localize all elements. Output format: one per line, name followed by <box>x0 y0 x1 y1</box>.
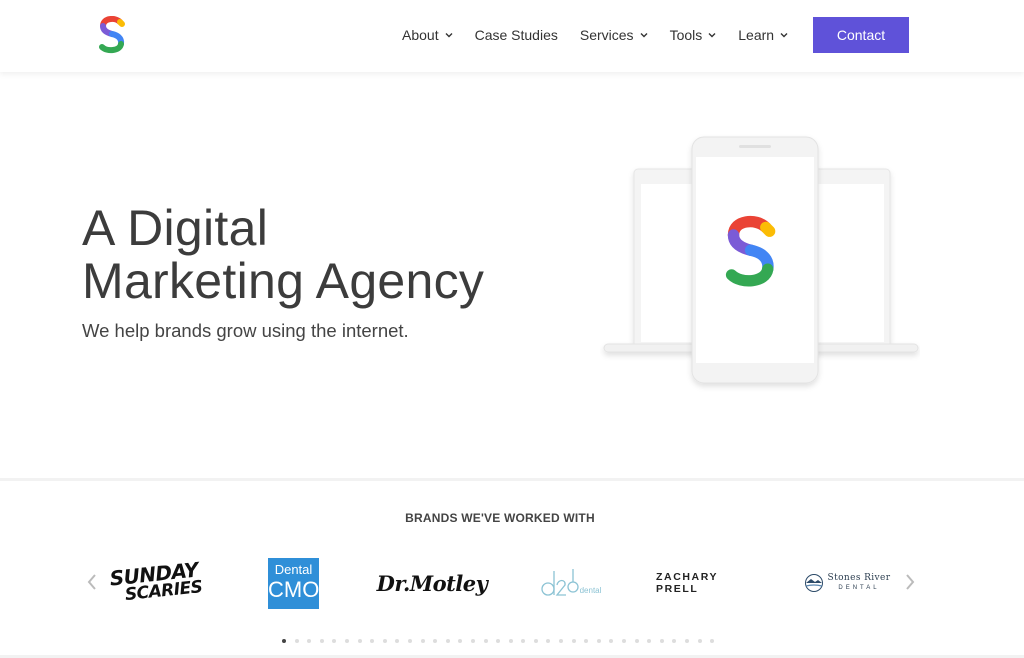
carousel-dot[interactable] <box>571 639 576 643</box>
carousel-dot[interactable] <box>496 639 501 643</box>
carousel-dot[interactable] <box>407 639 412 643</box>
nav-about[interactable]: About <box>402 27 453 43</box>
carousel-dot[interactable] <box>470 639 475 643</box>
nav-tools[interactable]: Tools <box>670 27 717 43</box>
stones-river-line1: Stones River <box>827 573 891 583</box>
carousel-dot[interactable] <box>521 639 526 643</box>
nav-learn[interactable]: Learn <box>738 27 788 43</box>
dental-cmo-line2: CMO <box>268 576 320 602</box>
brand-logo-zachary-prell[interactable]: ZACHARY PRELL <box>656 555 760 611</box>
carousel-dot[interactable] <box>634 639 639 643</box>
carousel-dot[interactable] <box>559 639 564 643</box>
hero-subtitle: We help brands grow using the internet. <box>82 320 409 341</box>
d2o-mark-icon <box>540 569 579 596</box>
carousel-dot[interactable] <box>659 639 664 643</box>
carousel-dot[interactable] <box>685 639 689 643</box>
chevron-down-icon <box>708 33 716 38</box>
carousel-dot[interactable] <box>584 639 589 643</box>
carousel-dot[interactable] <box>307 639 312 643</box>
brands-section: BRANDS WE'VE WORKED WITH SUNDAY SCARIES … <box>0 481 1024 658</box>
carousel-dots <box>282 639 723 643</box>
hero-section: A Digital Marketing Agency We help brand… <box>0 72 1024 480</box>
carousel-dot[interactable] <box>647 639 652 643</box>
brand-logo-dr-motley[interactable]: Dr.Motley <box>377 555 488 611</box>
carousel-dot[interactable] <box>357 639 362 643</box>
phone <box>691 136 819 384</box>
d2o-dental-text: dental <box>579 585 602 595</box>
brands-title: BRANDS WE'VE WORKED WITH <box>405 511 595 525</box>
main-nav: About Case Studies Services Tools Learn <box>402 0 810 70</box>
carousel-next-arrow-icon[interactable] <box>904 573 916 591</box>
devices-illustration <box>603 136 919 384</box>
carousel-dot[interactable] <box>546 639 551 643</box>
carousel-dot[interactable] <box>319 639 324 643</box>
carousel-dot[interactable] <box>672 639 677 643</box>
carousel-dot[interactable] <box>710 639 715 643</box>
zachary-prell-text: ZACHARY PRELL <box>656 571 718 595</box>
carousel-dot[interactable] <box>445 639 450 643</box>
carousel-dot[interactable] <box>622 639 627 643</box>
carousel-dot[interactable] <box>420 639 425 643</box>
hero-title-line2: Marketing Agency <box>82 253 485 309</box>
stones-river-line2: DENTAL <box>838 585 880 591</box>
chevron-down-icon <box>780 33 788 38</box>
dental-cmo-line1: Dental <box>274 561 313 577</box>
carousel-dot[interactable] <box>332 639 337 643</box>
brand-logo-d2o-dental[interactable]: dental <box>536 555 604 611</box>
carousel-dot[interactable] <box>395 639 400 643</box>
carousel-dot[interactable] <box>370 639 375 643</box>
nav-tools-label: Tools <box>669 27 703 43</box>
dr-motley-text: Dr.Motley <box>376 570 488 596</box>
chevron-down-icon <box>445 33 453 38</box>
carousel-dot[interactable] <box>382 639 387 643</box>
brand-logo-dental-cmo[interactable]: Dental CMO <box>268 555 319 611</box>
nav-case-studies-label: Case Studies <box>474 27 558 43</box>
carousel-dot[interactable] <box>433 639 438 643</box>
chevron-down-icon <box>640 33 648 38</box>
brand-logo-stones-river-dental[interactable]: Stones River DENTAL <box>800 555 894 611</box>
carousel-dot[interactable] <box>609 639 614 643</box>
carousel-dot[interactable] <box>596 639 601 643</box>
carousel-dot[interactable] <box>508 639 513 643</box>
carousel-dot[interactable] <box>344 639 349 643</box>
stones-river-mark-icon <box>804 574 823 592</box>
nav-services[interactable]: Services <box>580 27 648 43</box>
contact-button[interactable]: Contact <box>813 17 909 53</box>
brand-logo-sunday-scaries[interactable]: SUNDAY SCARIES <box>104 555 206 611</box>
s-logo-icon[interactable] <box>98 16 126 54</box>
carousel-dot[interactable] <box>294 639 299 643</box>
hero-title-line1: A Digital <box>82 200 269 256</box>
nav-about-label: About <box>402 27 439 43</box>
nav-services-label: Services <box>579 27 634 43</box>
carousel-dot[interactable] <box>697 639 702 643</box>
carousel-dot[interactable] <box>533 639 538 643</box>
hero-title: A Digital Marketing Agency <box>82 202 484 308</box>
carousel-dot[interactable] <box>458 639 463 643</box>
nav-learn-label: Learn <box>738 27 775 43</box>
carousel-dot[interactable] <box>282 639 286 643</box>
nav-case-studies[interactable]: Case Studies <box>475 27 558 43</box>
carousel-prev-arrow-icon[interactable] <box>86 573 98 591</box>
carousel-dot[interactable] <box>483 639 488 643</box>
site-header: About Case Studies Services Tools Learn … <box>0 0 1024 72</box>
